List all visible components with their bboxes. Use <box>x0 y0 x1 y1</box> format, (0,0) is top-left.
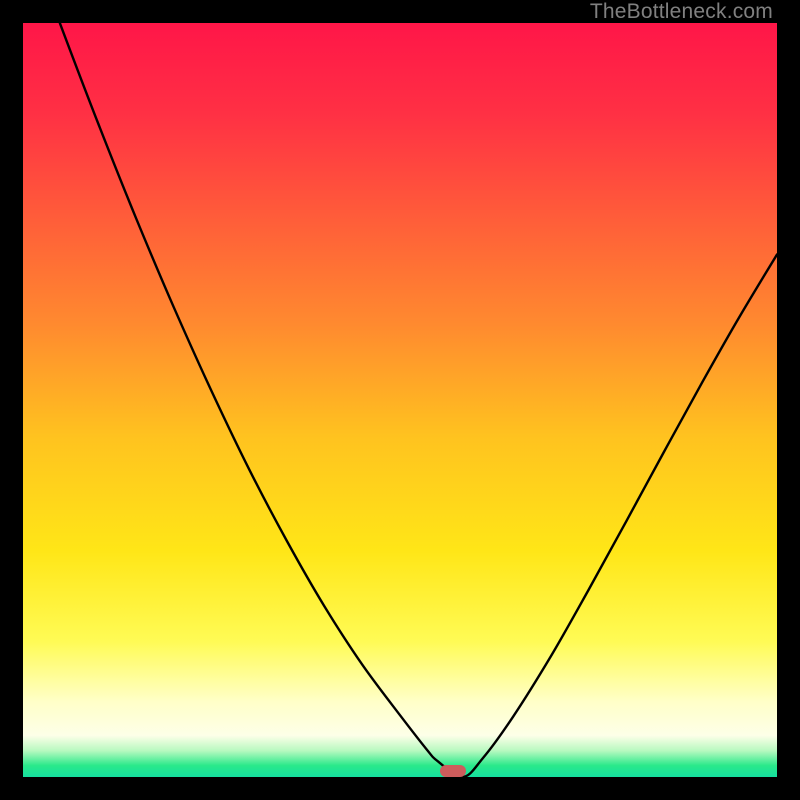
gradient-background <box>23 23 777 777</box>
chart-frame <box>23 23 777 777</box>
watermark-text: TheBottleneck.com <box>590 0 773 24</box>
optimal-marker <box>440 765 466 777</box>
